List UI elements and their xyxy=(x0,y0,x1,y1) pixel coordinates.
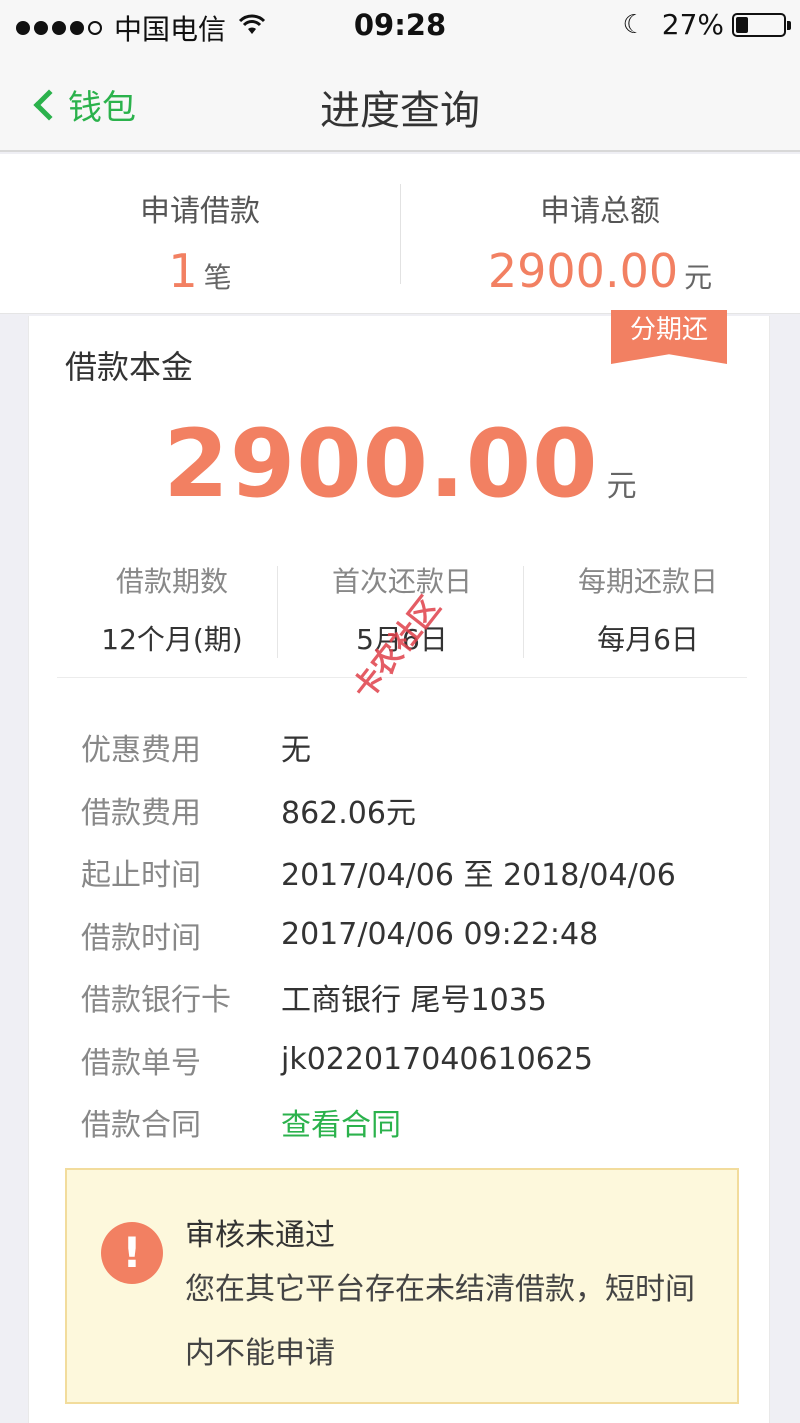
detail-value: 工商银行 尾号1035 xyxy=(281,983,547,1019)
principal-amount: 2900.00 xyxy=(163,410,599,519)
moon-icon: ☾ xyxy=(622,9,646,40)
detail-row-contract: 借款合同 查看合同 xyxy=(81,1091,741,1154)
summary-total-unit: 元 xyxy=(684,261,713,294)
detail-value: 862.06元 xyxy=(281,795,416,831)
term-label: 每期还款日 xyxy=(577,565,718,598)
summary-count-value: 1 xyxy=(168,244,198,298)
alert-message: 您在其它平台存在未结清借款，短时间内不能申请 xyxy=(185,1272,695,1371)
nav-bar: 钱包 进度查询 xyxy=(0,54,800,152)
battery-fill xyxy=(736,16,749,33)
summary-total-label: 申请总额 xyxy=(540,194,660,229)
detail-row-bank-card: 借款银行卡 工商银行 尾号1035 xyxy=(81,966,741,1029)
term-divider xyxy=(277,566,278,658)
loan-card: 分期还 借款本金 2900.00 元 借款期数 12个月(期) 首次还款日 5月… xyxy=(28,310,771,1423)
detail-value: 无 xyxy=(281,733,311,769)
detail-value: jk022017040610625 xyxy=(281,1042,594,1078)
term-value: 12个月(期) xyxy=(101,623,243,656)
summary-count-label: 申请借款 xyxy=(140,194,260,229)
detail-value: 2017/04/06 至 2018/04/06 xyxy=(281,858,676,894)
battery-icon xyxy=(732,12,791,37)
summary-total-value: 2900.00 xyxy=(487,244,679,298)
term-periods: 借款期数 12个月(期) xyxy=(57,560,287,658)
exclamation-icon: ! xyxy=(101,1222,163,1284)
detail-row-discount: 优惠费用 无 xyxy=(81,716,741,779)
status-right: ☾ 27% xyxy=(622,8,791,41)
view-contract-link[interactable]: 查看合同 xyxy=(281,1100,401,1144)
review-failed-alert: ! 审核未通过 您在其它平台存在未结清借款，短时间内不能申请 xyxy=(65,1168,739,1404)
installment-tag: 分期还 xyxy=(611,310,727,364)
term-value: 每月6日 xyxy=(597,623,699,656)
principal-unit: 元 xyxy=(606,469,637,504)
battery-percent: 27% xyxy=(661,8,724,41)
summary-count: 申请借款 1 笔 xyxy=(0,154,400,314)
term-label: 首次还款日 xyxy=(331,565,472,598)
detail-label: 借款银行卡 xyxy=(81,983,231,1019)
detail-label: 起止时间 xyxy=(81,858,201,894)
detail-label: 借款单号 xyxy=(81,1045,201,1081)
detail-row-loan-time: 借款时间 2017/04/06 09:22:48 xyxy=(81,904,741,967)
detail-label: 借款合同 xyxy=(81,1108,201,1144)
page-title: 进度查询 xyxy=(320,88,480,134)
alert-title: 审核未通过 xyxy=(185,1218,335,1253)
detail-row-fee: 借款费用 862.06元 xyxy=(81,779,741,842)
principal-label: 借款本金 xyxy=(65,348,194,386)
detail-value: 2017/04/06 09:22:48 xyxy=(281,917,599,953)
detail-label: 优惠费用 xyxy=(81,733,201,769)
application-summary: 申请借款 1 笔 申请总额 2900.00 元 xyxy=(0,154,800,314)
detail-row-period: 起止时间 2017/04/06 至 2018/04/06 xyxy=(81,841,741,904)
status-bar: 中国电信 09:28 ☾ 27% xyxy=(0,0,800,54)
detail-row-order-number: 借款单号 jk022017040610625 xyxy=(81,1029,741,1092)
detail-label: 借款费用 xyxy=(81,795,201,831)
summary-count-unit: 笔 xyxy=(203,261,232,294)
loan-details: 优惠费用 无 借款费用 862.06元 起止时间 2017/04/06 至 20… xyxy=(81,716,741,1154)
term-label: 借款期数 xyxy=(115,565,228,598)
summary-total: 申请总额 2900.00 元 xyxy=(400,154,800,314)
principal-row: 2900.00 元 xyxy=(29,410,771,519)
detail-label: 借款时间 xyxy=(81,920,201,956)
term-divider xyxy=(523,566,524,658)
term-monthly-repayment: 每期还款日 每月6日 xyxy=(533,560,763,658)
